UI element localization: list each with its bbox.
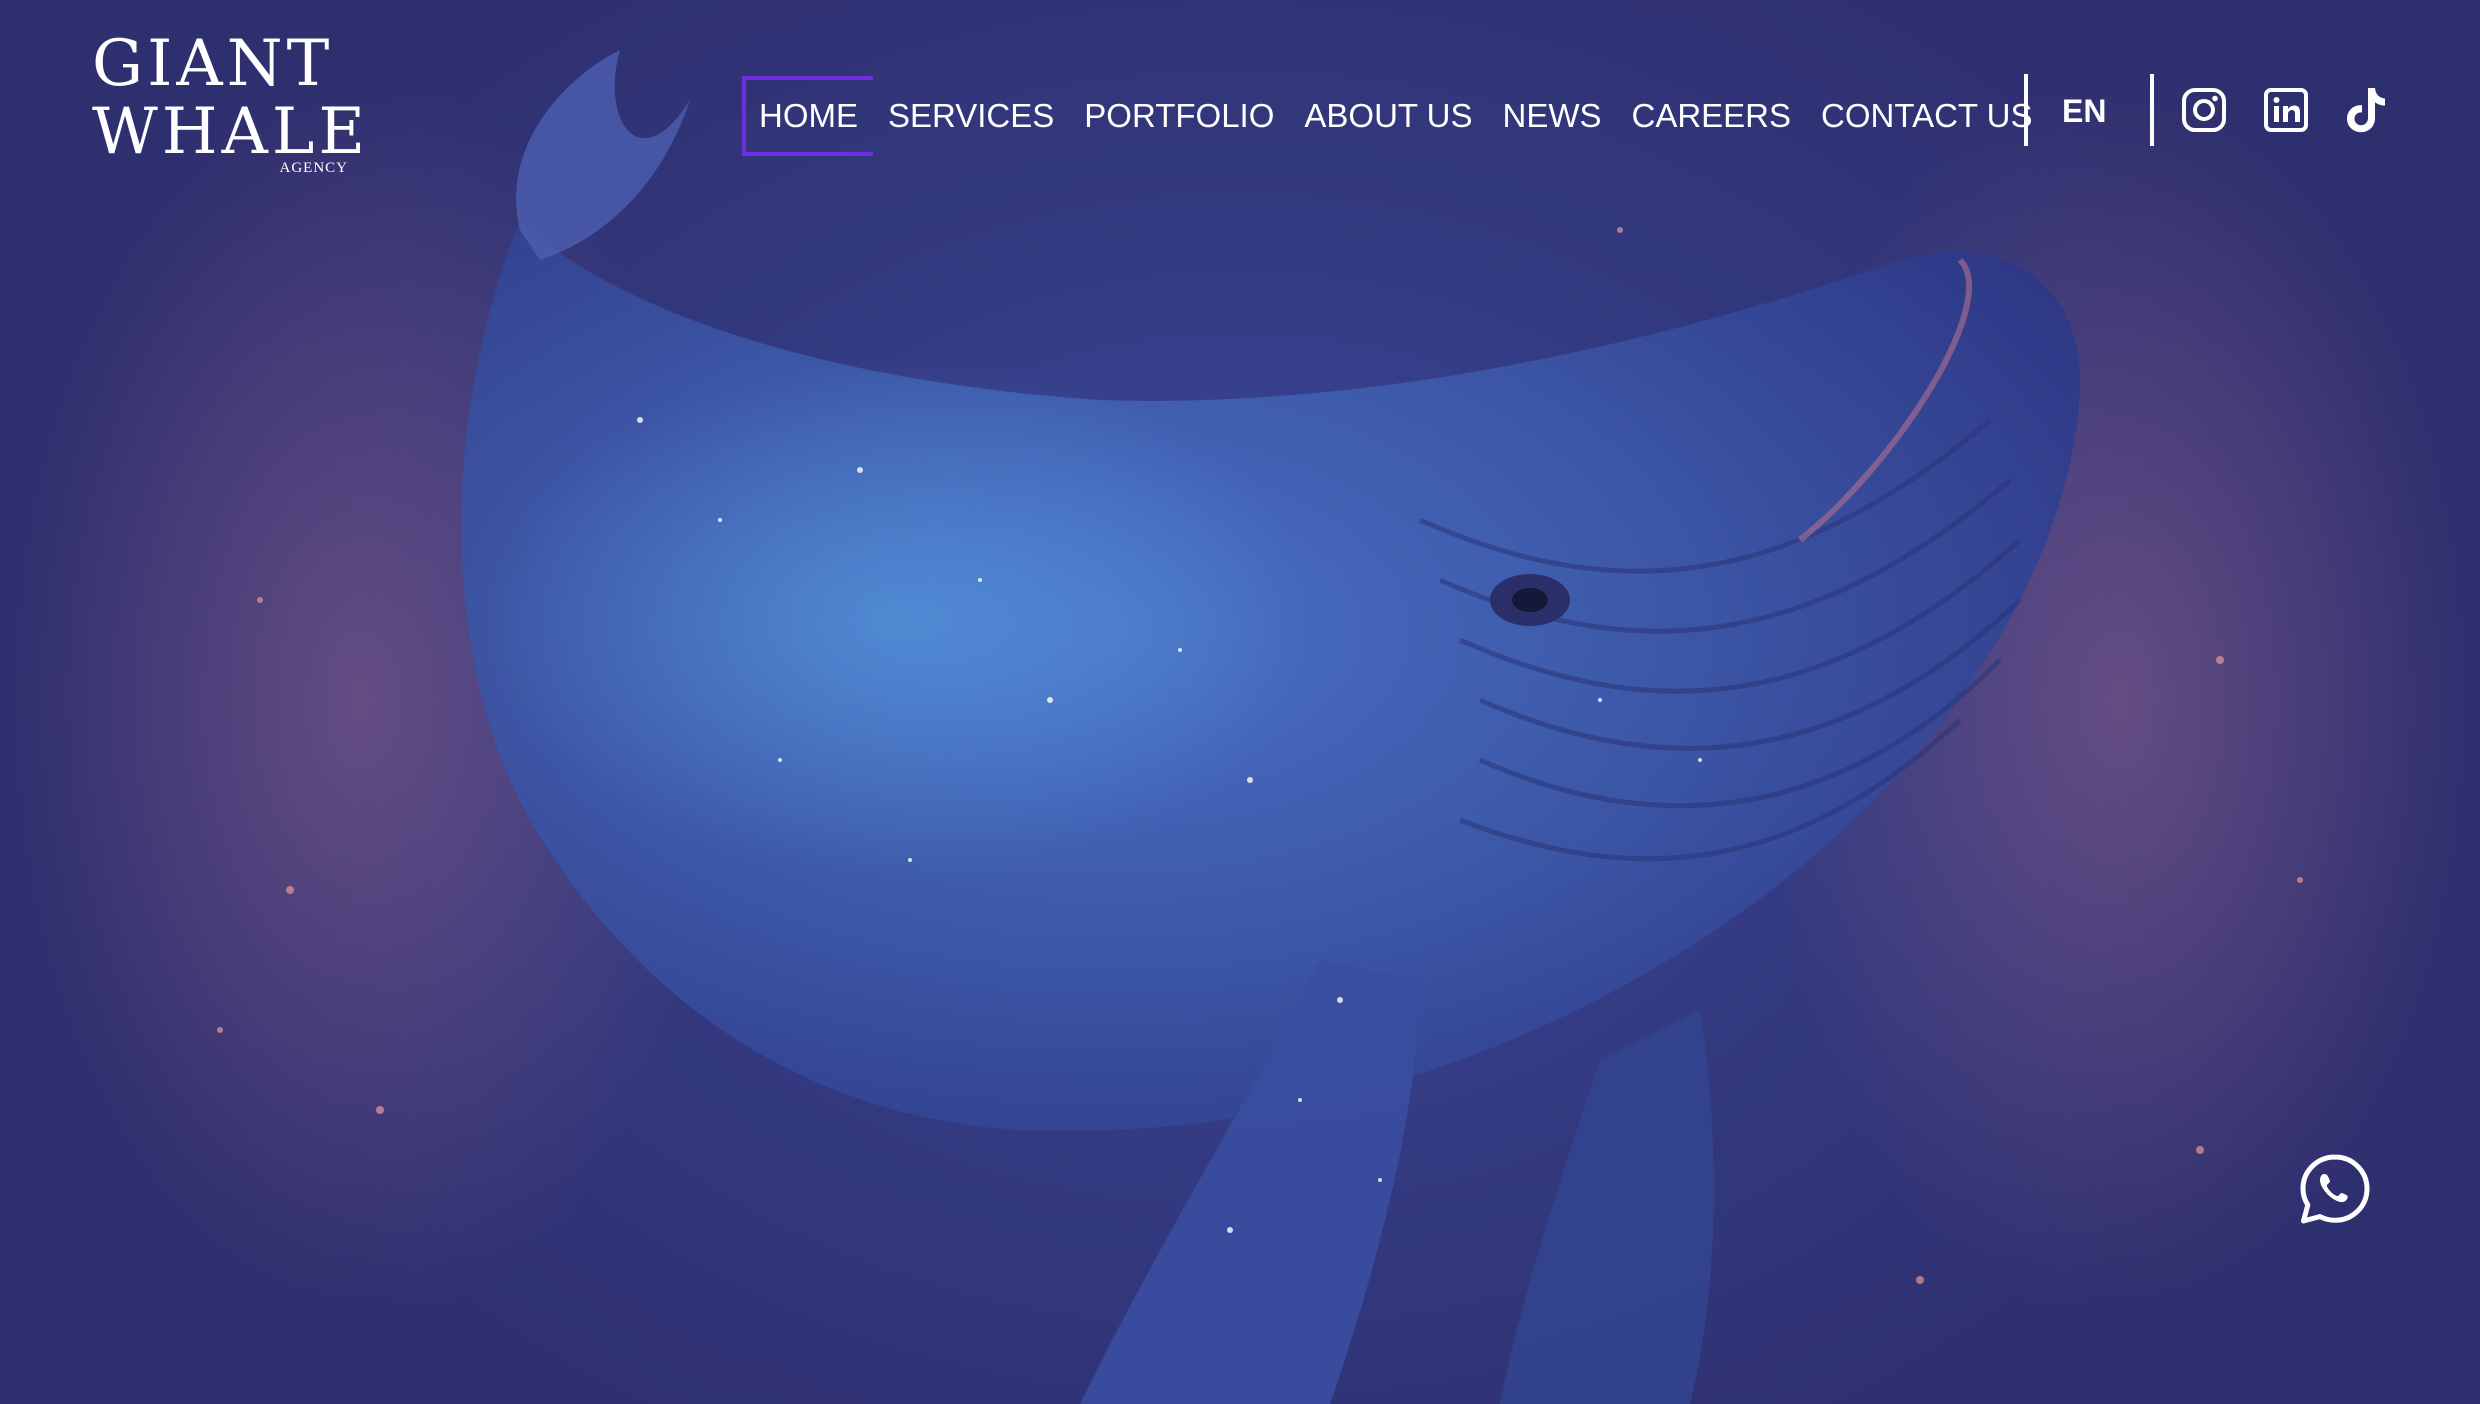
nav-item-services[interactable]: SERVICES bbox=[873, 76, 1069, 156]
nav-item-home[interactable]: HOME bbox=[742, 76, 873, 156]
language-selector[interactable]: EN bbox=[2062, 86, 2106, 136]
tiktok-icon[interactable] bbox=[2342, 84, 2390, 136]
logo-line-1: GIANT bbox=[92, 27, 334, 101]
linkedin-icon[interactable] bbox=[2262, 84, 2310, 136]
whatsapp-icon[interactable] bbox=[2298, 1152, 2372, 1226]
logo-subtitle: AGENCY bbox=[279, 160, 348, 176]
main-nav: HOME SERVICES PORTFOLIO ABOUT US NEWS CA… bbox=[742, 76, 2048, 156]
brand-logo[interactable]: GIANT WHALE AGENCY bbox=[92, 27, 370, 180]
nav-divider-left bbox=[2024, 74, 2028, 146]
nav-item-contact-us[interactable]: CONTACT US bbox=[1806, 76, 2047, 156]
nav-item-portfolio[interactable]: PORTFOLIO bbox=[1069, 76, 1289, 156]
instagram-icon[interactable] bbox=[2180, 84, 2228, 136]
nav-divider-right bbox=[2150, 74, 2154, 146]
nav-item-news[interactable]: NEWS bbox=[1487, 76, 1616, 156]
logo-line-2: WHALE bbox=[92, 95, 370, 169]
nav-item-careers[interactable]: CAREERS bbox=[1616, 76, 1806, 156]
hero-background bbox=[0, 0, 2480, 1404]
whale-illustration bbox=[217, 50, 2303, 1404]
nav-item-about-us[interactable]: ABOUT US bbox=[1289, 76, 1487, 156]
